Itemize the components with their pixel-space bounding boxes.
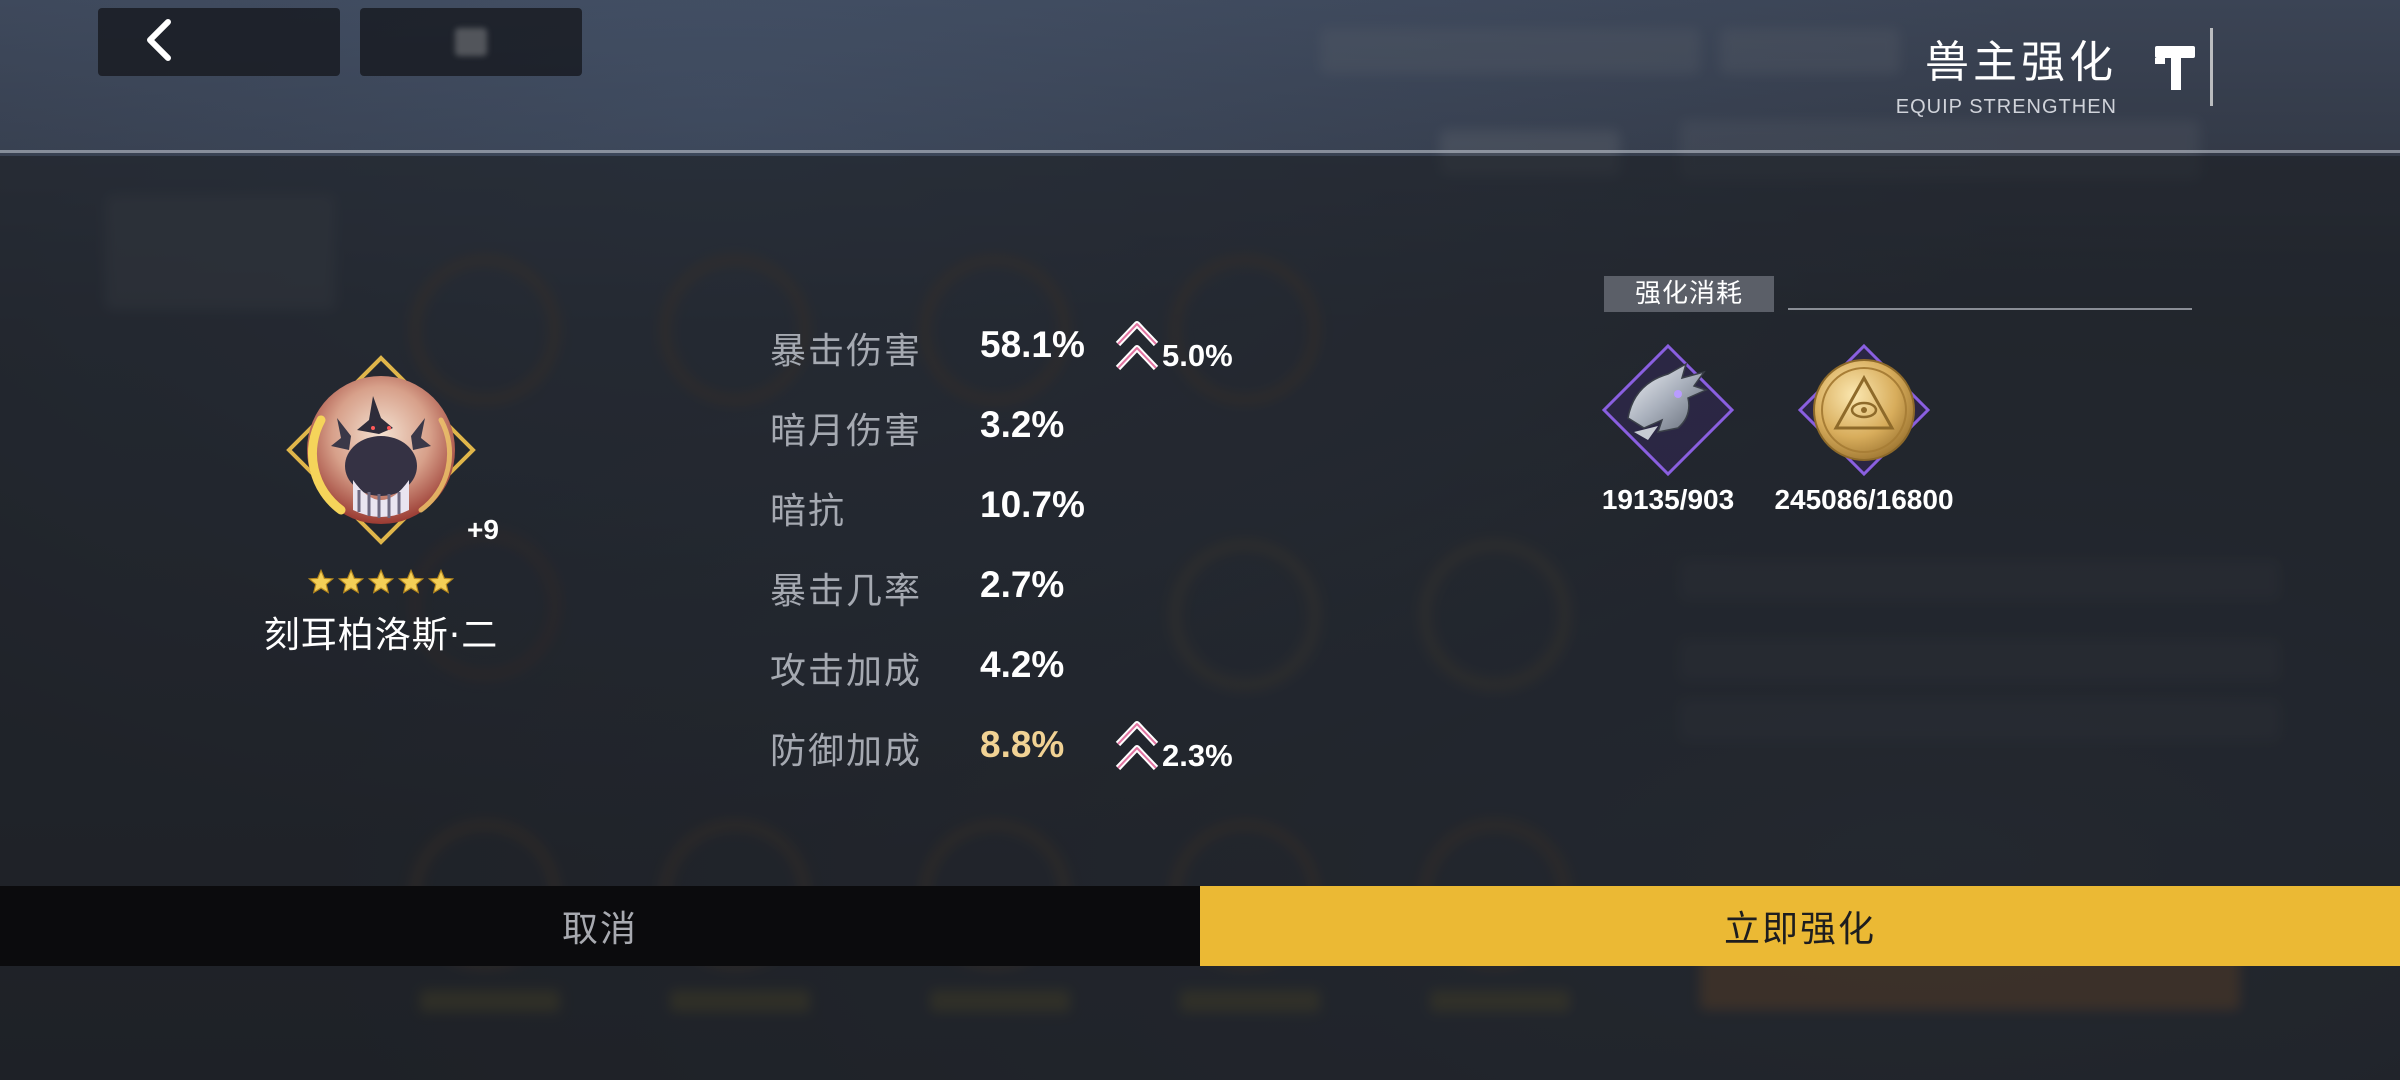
cost-divider [1788, 308, 2192, 310]
double-chevron-up-icon [1115, 721, 1159, 771]
star-icon [337, 568, 365, 594]
stat-row: 防御加成 8.8% 2.3% [770, 721, 1330, 802]
stat-label: 暗抗 [770, 491, 847, 532]
equipment-card: +9 刻耳柏洛斯·二 [246, 350, 516, 658]
dragon-material-icon [1598, 340, 1738, 480]
stat-label: 暴击几率 [770, 571, 923, 612]
equipment-name: 刻耳柏洛斯·二 [263, 615, 499, 656]
top-bar: 兽主强化 EQUIP STRENGTHEN [0, 0, 2400, 153]
cerberus-icon[interactable]: +9 [281, 350, 499, 550]
cost-count: 245086/16800 [1774, 484, 1954, 515]
stat-label: 暗月伤害 [770, 411, 923, 452]
stat-row: 暴击伤害 58.1% 5.0% [770, 321, 1330, 402]
chevron-left-icon [142, 18, 176, 66]
star-icon [397, 568, 425, 594]
stat-row: 暴击几率 2.7% [770, 562, 1330, 642]
stat-increase-value: 2.3% [1162, 738, 1233, 773]
cost-item[interactable]: 19135/903 [1568, 340, 1768, 516]
page-title: 兽主强化 [1925, 37, 2117, 88]
star-icon [427, 568, 455, 594]
equipment-level: +9 [467, 514, 499, 545]
cost-title: 强化消耗 [1604, 276, 1774, 312]
back-button[interactable] [98, 8, 340, 76]
star-rating [246, 568, 516, 600]
cost-count: 19135/903 [1601, 484, 1735, 515]
page-title-block: 兽主强化 EQUIP STRENGTHEN [1896, 26, 2117, 119]
stat-label: 暴击伤害 [770, 331, 923, 372]
cancel-button[interactable]: 取消 [0, 886, 1200, 966]
stat-label: 攻击加成 [770, 651, 923, 692]
hammer-icon [2153, 40, 2199, 96]
stat-increase-value: 5.0% [1162, 338, 1233, 373]
stat-value: 10.7% [980, 484, 1085, 525]
stat-value: 4.2% [980, 644, 1065, 685]
page-subtitle: EQUIP STRENGTHEN [1895, 96, 2117, 118]
home-icon [455, 28, 487, 56]
star-icon [367, 568, 395, 594]
stat-row: 暗月伤害 3.2% [770, 402, 1330, 482]
hammer-button[interactable] [2136, 28, 2216, 108]
stat-row: 暗抗 10.7% [770, 482, 1330, 562]
double-chevron-up-icon [1115, 321, 1159, 371]
stat-increase: 5.0% [1114, 318, 1233, 376]
stat-value: 3.2% [980, 404, 1065, 445]
stat-value: 2.7% [980, 564, 1065, 605]
title-divider [2210, 28, 2213, 106]
stats-list: 暴击伤害 58.1% 5.0% 暗月伤害 3.2% 暗抗 10.7% 暴击几率 … [770, 321, 1330, 802]
stat-row: 攻击加成 4.2% [770, 642, 1330, 722]
stat-value: 8.8% [980, 724, 1065, 765]
stat-increase: 2.3% [1114, 718, 1233, 776]
cost-header: 强化消耗 [1604, 276, 2192, 312]
star-icon [307, 568, 335, 594]
home-button[interactable] [360, 8, 582, 76]
strengthen-now-button[interactable]: 立即强化 [1200, 886, 2400, 966]
gold-coin-icon [1794, 340, 1934, 480]
stat-label: 防御加成 [770, 731, 923, 772]
cost-item[interactable]: 245086/16800 [1764, 340, 1964, 516]
stat-value: 58.1% [980, 324, 1085, 365]
